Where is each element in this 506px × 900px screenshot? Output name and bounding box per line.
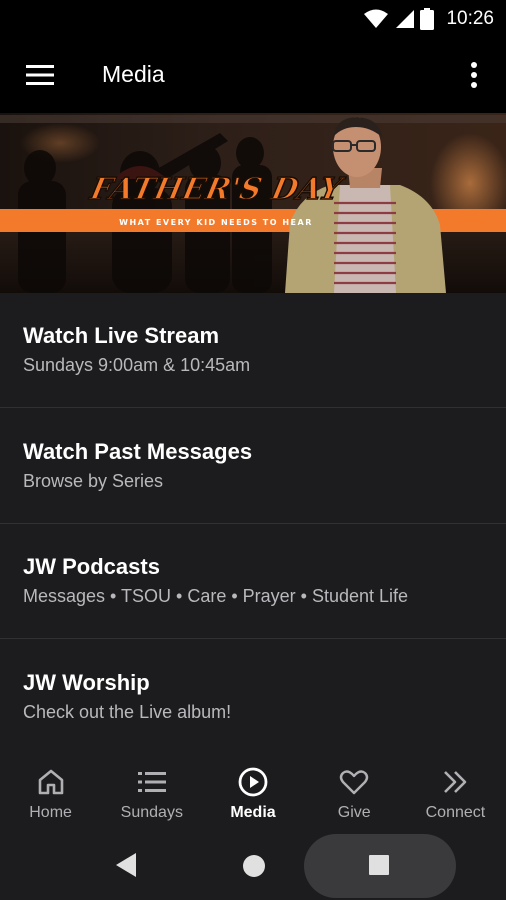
media-list-item[interactable]: Watch Past Messages Browse by Series: [0, 409, 506, 524]
system-navigation-bar: [0, 831, 506, 900]
nav-item-connect[interactable]: Connect: [405, 753, 506, 831]
fathers-day-banner[interactable]: FATHER'S DAY WHAT EVERY KID NEEDS TO HEA…: [0, 113, 506, 293]
nav-item-sundays[interactable]: Sundays: [101, 753, 202, 831]
page-title: Media: [102, 61, 165, 87]
signal-icon: [396, 9, 415, 28]
media-list-item[interactable]: Watch Live Stream Sundays 9:00am & 10:45a…: [0, 293, 506, 408]
media-item-subtitle: Sundays 9:00am & 10:45am: [23, 355, 251, 375]
nav-label: Home: [29, 804, 72, 821]
media-item-subtitle: Check out the Live album!: [23, 701, 232, 722]
status-time: 10:26: [446, 7, 494, 29]
svg-text:WHAT EVERY KID NEEDS TO HEAR: WHAT EVERY KID NEEDS TO HEAR: [119, 218, 313, 227]
bottom-navigation: Home Sundays Media Give Connect: [0, 753, 506, 831]
status-icons: 10:26: [364, 0, 494, 37]
more-vert-icon[interactable]: [462, 61, 486, 89]
nav-label: Connect: [425, 804, 486, 821]
battery-icon: [420, 7, 435, 30]
double-chevron-right-icon: [440, 767, 470, 797]
app-bar: Media: [0, 37, 506, 113]
heart-icon: [339, 767, 369, 797]
nav-item-home[interactable]: Home: [0, 753, 101, 831]
media-list-item[interactable]: JW Podcasts Messages • TSOU • Care • Pray…: [0, 524, 506, 639]
banner-image: FATHER'S DAY WHAT EVERY KID NEEDS TO HEA…: [0, 113, 506, 293]
nav-item-media[interactable]: Media: [202, 753, 303, 831]
media-item-title: JW Worship: [23, 669, 150, 695]
home-circle-icon[interactable]: [243, 855, 265, 877]
svg-text:FATHER'S DAY: FATHER'S DAY: [86, 172, 348, 207]
media-list-item[interactable]: JW Worship Check out the Live album!: [0, 640, 506, 755]
media-item-title: JW Podcasts: [23, 554, 160, 579]
nav-label: Sundays: [120, 804, 183, 821]
banner-headline-graphic: FATHER'S DAY: [86, 172, 349, 208]
list-icon: [137, 767, 167, 797]
hamburger-menu-icon[interactable]: [26, 63, 54, 87]
nav-label: Give: [337, 804, 371, 821]
media-item-subtitle: Messages • TSOU • Care • Prayer • Studen…: [23, 586, 409, 606]
nav-label: Media: [230, 804, 276, 821]
media-item-title: Watch Past Messages: [23, 438, 253, 464]
media-list: Watch Live Stream Sundays 9:00am & 10:45a…: [0, 293, 506, 755]
home-icon: [36, 767, 66, 797]
media-item-subtitle: Browse by Series: [23, 470, 164, 491]
nav-item-give[interactable]: Give: [304, 753, 405, 831]
recents-icon[interactable]: [369, 855, 389, 875]
status-bar: 10:26: [0, 0, 506, 37]
wifi-icon: [364, 9, 389, 28]
back-icon[interactable]: [116, 853, 136, 877]
play-circle-icon: [238, 767, 268, 797]
media-item-title: Watch Live Stream: [23, 323, 220, 348]
